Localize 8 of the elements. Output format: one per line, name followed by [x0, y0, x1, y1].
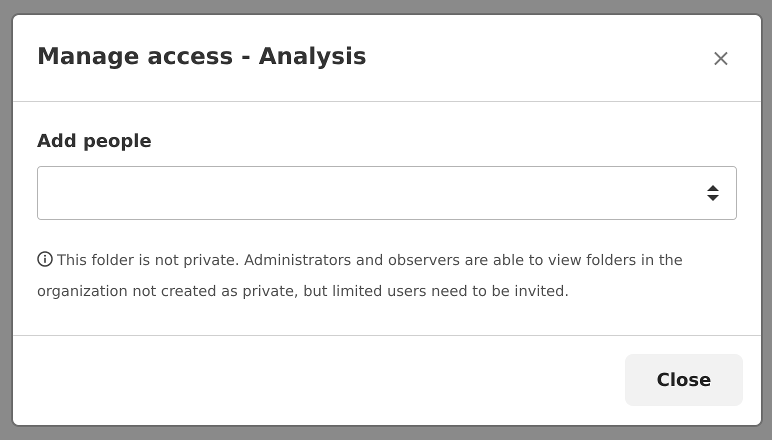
field-label: Add people: [37, 130, 153, 154]
sort-arrows-icon: [707, 185, 719, 201]
info-icon: [37, 251, 53, 267]
people-select[interactable]: [37, 166, 737, 220]
close-button[interactable]: ×: [704, 46, 737, 70]
close-button[interactable]: Close: [625, 354, 743, 406]
dialog-title: Manage access - Analysis: [37, 44, 367, 72]
info-note: This folder is not private. Administrators and observers are able to view folders in the organization not created as private, but limited users need to be invited.: [37, 250, 684, 302]
